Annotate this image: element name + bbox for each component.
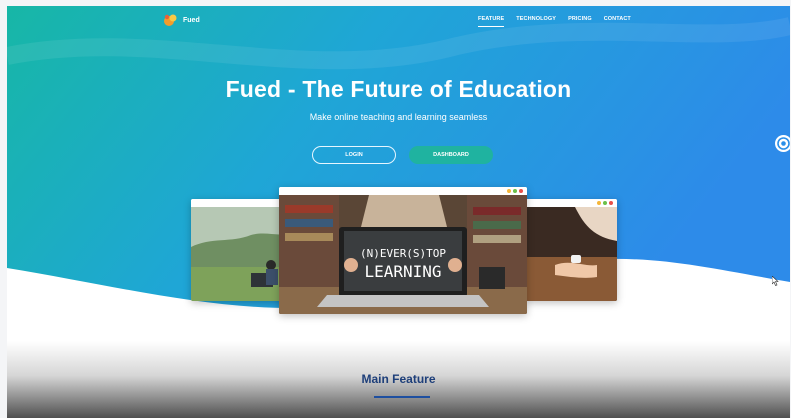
- window-dot-red: [519, 189, 523, 193]
- hero-title: Fued - The Future of Education: [225, 76, 572, 102]
- nav-link-technology[interactable]: TECHNOLOGY: [516, 16, 556, 27]
- window-bar: [191, 199, 287, 207]
- window-dot-green: [603, 201, 607, 205]
- laptop-text-line2: LEARNING: [364, 262, 441, 281]
- window-dot-red: [609, 201, 613, 205]
- nav-link-contact[interactable]: CONTACT: [604, 16, 631, 27]
- chat-bubble-icon: [777, 137, 790, 150]
- preview-card-right: [525, 199, 617, 301]
- laptop-text-line1: (N)EVER(S)TOP: [360, 247, 446, 260]
- nav-links: FEATURE TECHNOLOGY PRICING CONTACT: [478, 16, 631, 27]
- section-title: Main Feature: [361, 372, 436, 386]
- brand-name: Fued: [183, 16, 200, 24]
- nav-link-pricing[interactable]: PRICING: [568, 16, 592, 27]
- window-bar: [279, 187, 527, 195]
- window-bar: [525, 199, 617, 207]
- nav-link-feature[interactable]: FEATURE: [478, 16, 505, 27]
- window-dot-green: [513, 189, 517, 193]
- login-button[interactable]: LOGIN: [312, 146, 396, 164]
- section-title-underline: [374, 396, 430, 398]
- hands-on-desk-image: [525, 207, 617, 301]
- hero-subtitle: Make online teaching and learning seamle…: [309, 112, 488, 122]
- fued-logo-icon: [163, 13, 177, 27]
- browser-viewport: Fued FEATURE TECHNOLOGY PRICING CONTACT …: [7, 6, 790, 418]
- screen-frame: Fued FEATURE TECHNOLOGY PRICING CONTACT …: [0, 0, 791, 418]
- top-navbar: Fued FEATURE TECHNOLOGY PRICING CONTACT: [7, 6, 790, 36]
- dashboard-button[interactable]: DASHBOARD: [409, 146, 493, 164]
- side-chat-widget[interactable]: [775, 135, 790, 152]
- preview-card-center: (N)EVER(S)TOP LEARNING: [279, 187, 527, 314]
- mouse-cursor-icon: [772, 276, 779, 286]
- brand[interactable]: Fued: [163, 13, 200, 27]
- window-controls: [507, 189, 523, 193]
- outdoor-study-image: [191, 207, 287, 301]
- laptop-learning-image: (N)EVER(S)TOP LEARNING: [279, 195, 527, 314]
- window-dot-yellow: [597, 201, 601, 205]
- window-dot-yellow: [507, 189, 511, 193]
- window-controls: [597, 201, 613, 205]
- preview-card-left: [191, 199, 287, 301]
